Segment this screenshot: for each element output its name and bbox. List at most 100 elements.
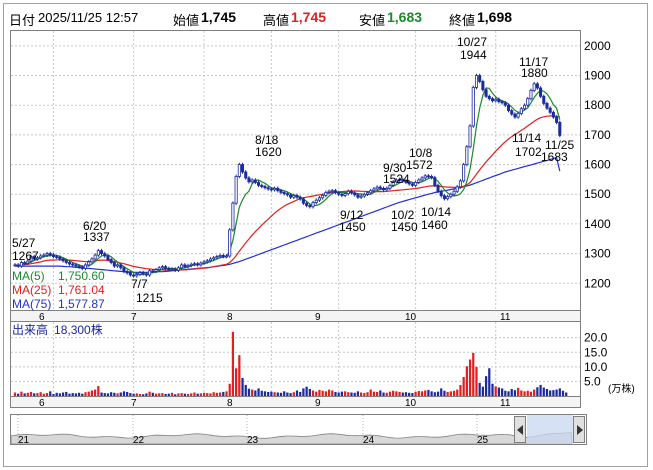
- volume-bar: [228, 383, 231, 396]
- volume-bar: [388, 391, 392, 396]
- candle-body: [141, 272, 145, 275]
- candle-body: [516, 113, 520, 118]
- volume-bar: [468, 359, 472, 396]
- candle-body: [462, 164, 466, 182]
- candle-body: [148, 270, 152, 276]
- navigator-scroll-left-button[interactable]: [514, 416, 526, 443]
- volume-bar: [555, 389, 558, 396]
- candle-body: [548, 107, 552, 113]
- annotation-date: 7/7: [131, 277, 148, 291]
- annotation-price: 1880: [521, 66, 548, 80]
- volume-bar: [475, 366, 478, 396]
- candle-body: [16, 264, 20, 267]
- month-label: 6: [39, 398, 45, 409]
- volume-bar: [257, 388, 260, 396]
- candle-body: [529, 89, 533, 100]
- volume-bar: [29, 391, 33, 396]
- volume-bar: [68, 393, 71, 396]
- candle-body: [510, 110, 514, 115]
- price-x-axis-band: [10, 310, 581, 322]
- candle-body: [365, 192, 370, 195]
- volume-bar: [132, 393, 135, 396]
- candle-body: [285, 193, 289, 196]
- volume-bar: [161, 393, 164, 396]
- candle-body: [385, 187, 389, 191]
- volume-bar: [472, 352, 475, 396]
- volume-bar: [151, 392, 154, 396]
- candle-body: [423, 175, 427, 179]
- candle-body: [359, 195, 363, 198]
- volume-bar: [433, 392, 436, 396]
- volume-bar: [340, 391, 343, 396]
- volume-bar: [376, 391, 379, 396]
- volume-bar: [87, 391, 90, 396]
- candle-body: [465, 146, 469, 165]
- volume-tick-label: 5.0: [584, 374, 601, 388]
- volume-bar: [196, 393, 199, 396]
- ma5-legend: MA(5) 1,750.60: [12, 269, 105, 283]
- navigator-selection[interactable]: [527, 415, 573, 444]
- candle-body: [64, 260, 68, 263]
- volume-bar: [71, 393, 74, 396]
- volume-bar: [459, 384, 462, 396]
- annotation-price: 1450: [391, 220, 418, 234]
- candle-body: [253, 179, 257, 183]
- candle-body: [442, 195, 446, 200]
- volume-bar: [36, 393, 39, 396]
- candle-body: [494, 98, 498, 102]
- volume-bar: [238, 355, 241, 396]
- volume-bar: [251, 389, 254, 396]
- volume-bar: [263, 391, 267, 396]
- volume-bar: [359, 392, 363, 396]
- candle-body: [180, 264, 184, 269]
- volume-bar: [279, 392, 283, 396]
- volume-bar: [446, 391, 449, 396]
- candle-body: [93, 254, 97, 260]
- candle-body: [327, 190, 331, 193]
- volume-bar: [225, 391, 228, 396]
- volume-bar: [420, 391, 424, 396]
- volume-bar: [536, 387, 539, 396]
- candle-body: [138, 272, 142, 275]
- close-label: 終値: [449, 13, 476, 28]
- volume-bar: [545, 389, 549, 396]
- volume-bar: [452, 390, 456, 396]
- volume-bar: [315, 391, 318, 396]
- navigator-label: 23: [247, 435, 259, 446]
- candle-body: [87, 261, 91, 266]
- volume-bar: [52, 393, 55, 396]
- open-label: 始値: [173, 13, 200, 28]
- price-tick-label: 1200: [584, 276, 611, 290]
- volume-bar: [484, 376, 488, 396]
- candle-body: [490, 98, 495, 102]
- candle-body: [497, 98, 501, 103]
- volume-title: 出来高 18,300株: [12, 322, 103, 337]
- candle-body: [526, 98, 530, 106]
- volume-bar: [430, 391, 433, 396]
- volume-bar: [247, 388, 251, 396]
- candle-body: [276, 187, 280, 192]
- navigator-scroll-right-button[interactable]: [573, 416, 585, 443]
- ma-legend: MA(5) 1,750.60 MA(25) 1,761.04 MA(75) 1,577…: [12, 269, 105, 311]
- volume-bar: [183, 393, 186, 396]
- volume-bar: [90, 390, 94, 396]
- volume-bar: [61, 392, 65, 396]
- volume-bar: [212, 392, 215, 396]
- volume-bar: [379, 390, 382, 396]
- candle-body: [224, 255, 229, 258]
- volume-bar: [206, 393, 209, 396]
- volume-bar: [497, 387, 501, 396]
- annotation-date: 10/27: [457, 35, 487, 49]
- volume-bar: [363, 393, 366, 396]
- volume-bar: [222, 391, 225, 396]
- candle-body: [112, 262, 116, 267]
- annotation-price: 1267: [12, 249, 39, 263]
- candle-body: [189, 263, 193, 266]
- annotation-price: 1620: [255, 145, 282, 159]
- candle-body: [199, 262, 203, 266]
- price-info-bar: 日付 2025/11/25 12:57 始値 1,745 高値 1,745 安値…: [9, 7, 639, 29]
- candle-body: [506, 104, 511, 111]
- candle-body: [74, 264, 78, 267]
- price-tick-label: 1900: [584, 69, 611, 83]
- volume-bar: [414, 391, 417, 396]
